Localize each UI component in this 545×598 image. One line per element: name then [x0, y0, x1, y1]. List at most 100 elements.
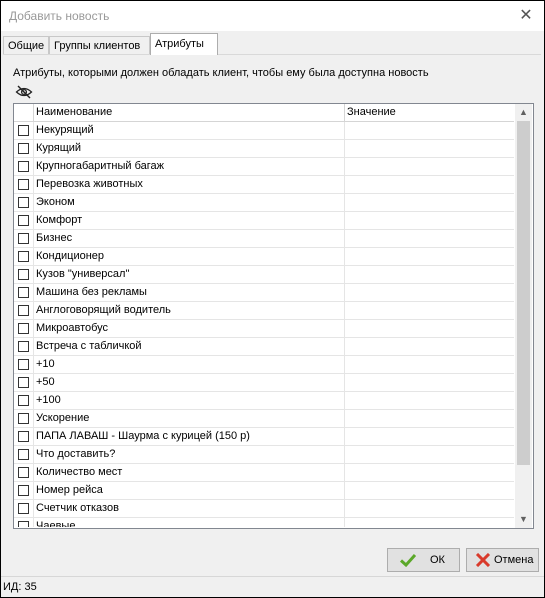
- tab-general[interactable]: Общие: [3, 36, 49, 54]
- table-row[interactable]: Англоговорящий водитель: [14, 302, 514, 320]
- attribute-checkbox[interactable]: [18, 161, 29, 172]
- attribute-value[interactable]: [344, 194, 514, 211]
- attribute-checkbox[interactable]: [18, 197, 29, 208]
- attribute-value[interactable]: [344, 374, 514, 391]
- table-row[interactable]: Машина без рекламы: [14, 284, 514, 302]
- cancel-button[interactable]: Отмена: [466, 548, 539, 572]
- table-row[interactable]: Комфорт: [14, 212, 514, 230]
- attribute-value[interactable]: [344, 212, 514, 229]
- table-row[interactable]: +50: [14, 374, 514, 392]
- attribute-name: Номер рейса: [33, 482, 347, 499]
- attribute-checkbox[interactable]: [18, 269, 29, 280]
- attribute-value[interactable]: [344, 248, 514, 265]
- table-row[interactable]: Бизнес: [14, 230, 514, 248]
- attribute-name: Чаевые: [33, 518, 347, 527]
- attribute-checkbox[interactable]: [18, 521, 29, 527]
- attribute-checkbox[interactable]: [18, 359, 29, 370]
- attribute-checkbox[interactable]: [18, 305, 29, 316]
- ok-button[interactable]: ОК: [387, 548, 460, 572]
- table-row[interactable]: Что доставить?: [14, 446, 514, 464]
- close-icon[interactable]: ✕: [517, 7, 535, 25]
- scrollbar-thumb[interactable]: [517, 121, 530, 465]
- table-row[interactable]: Микроавтобус: [14, 320, 514, 338]
- table-row[interactable]: Эконом: [14, 194, 514, 212]
- attribute-checkbox[interactable]: [18, 377, 29, 388]
- table-row[interactable]: Крупногабаритный багаж: [14, 158, 514, 176]
- attribute-checkbox[interactable]: [18, 467, 29, 478]
- attribute-name: Комфорт: [33, 212, 347, 229]
- attribute-name: Перевозка животных: [33, 176, 347, 193]
- attribute-name: Машина без рекламы: [33, 284, 347, 301]
- table-row[interactable]: Номер рейса: [14, 482, 514, 500]
- tab-label: Группы клиентов: [54, 40, 141, 52]
- attribute-value[interactable]: [344, 284, 514, 301]
- title-bar: Добавить новость ✕: [1, 1, 544, 31]
- attribute-checkbox[interactable]: [18, 323, 29, 334]
- column-header-value[interactable]: Значение: [347, 106, 396, 118]
- table-row[interactable]: Кузов "универсал": [14, 266, 514, 284]
- attribute-name: +10: [33, 356, 347, 373]
- attribute-name: Некурящий: [33, 122, 347, 139]
- table-row[interactable]: +100: [14, 392, 514, 410]
- attribute-checkbox[interactable]: [18, 431, 29, 442]
- attribute-value[interactable]: [344, 176, 514, 193]
- attribute-value[interactable]: [344, 302, 514, 319]
- attribute-value[interactable]: [344, 140, 514, 157]
- attribute-value[interactable]: [344, 392, 514, 409]
- table-row[interactable]: +10: [14, 356, 514, 374]
- column-header-name[interactable]: Наименование: [36, 106, 112, 118]
- table-row[interactable]: Некурящий: [14, 122, 514, 140]
- table-row[interactable]: Ускорение: [14, 410, 514, 428]
- attribute-checkbox[interactable]: [18, 413, 29, 424]
- attribute-checkbox[interactable]: [18, 449, 29, 460]
- eye-off-icon[interactable]: [15, 84, 33, 100]
- attribute-checkbox[interactable]: [18, 251, 29, 262]
- table-row[interactable]: Количество мест: [14, 464, 514, 482]
- attribute-name: Кузов "универсал": [33, 266, 347, 283]
- attribute-value[interactable]: [344, 464, 514, 481]
- attribute-value[interactable]: [344, 122, 514, 139]
- attribute-value[interactable]: [344, 230, 514, 247]
- attribute-checkbox[interactable]: [18, 287, 29, 298]
- attribute-value[interactable]: [344, 518, 514, 527]
- attribute-checkbox[interactable]: [18, 215, 29, 226]
- table-row[interactable]: Встреча с табличкой: [14, 338, 514, 356]
- checkmark-icon: [399, 553, 417, 568]
- grid-rows: Некурящий Курящий Крупногабаритный багаж Пе…: [14, 122, 514, 527]
- table-row[interactable]: Курящий: [14, 140, 514, 158]
- attribute-value[interactable]: [344, 410, 514, 427]
- attribute-value[interactable]: [344, 158, 514, 175]
- attribute-checkbox[interactable]: [18, 395, 29, 406]
- table-row[interactable]: Перевозка животных: [14, 176, 514, 194]
- attribute-value[interactable]: [344, 428, 514, 445]
- table-row[interactable]: ПАПА ЛАВАШ - Шаурма с курицей (150 р): [14, 428, 514, 446]
- attribute-value[interactable]: [344, 446, 514, 463]
- attribute-checkbox[interactable]: [18, 125, 29, 136]
- attribute-value[interactable]: [344, 338, 514, 355]
- table-row[interactable]: Кондиционер: [14, 248, 514, 266]
- attribute-value[interactable]: [344, 500, 514, 517]
- scroll-up-icon[interactable]: ▲: [515, 104, 532, 121]
- attribute-name: Эконом: [33, 194, 347, 211]
- attribute-checkbox[interactable]: [18, 341, 29, 352]
- tab-client-groups[interactable]: Группы клиентов: [49, 36, 150, 54]
- scroll-down-icon[interactable]: ▼: [515, 511, 532, 528]
- attribute-checkbox[interactable]: [18, 179, 29, 190]
- attribute-value[interactable]: [344, 356, 514, 373]
- window-title: Добавить новость: [9, 9, 110, 23]
- tab-attributes[interactable]: Атрибуты: [150, 33, 218, 55]
- attribute-value[interactable]: [344, 482, 514, 499]
- attributes-grid: Наименование Значение Некурящий Курящий Кр…: [13, 103, 534, 529]
- attribute-checkbox[interactable]: [18, 503, 29, 514]
- table-row[interactable]: Счетчик отказов: [14, 500, 514, 518]
- table-row[interactable]: Чаевые: [14, 518, 514, 527]
- attribute-name: Курящий: [33, 140, 347, 157]
- record-id: ИД: 35: [3, 581, 37, 593]
- attribute-name: Кондиционер: [33, 248, 347, 265]
- attribute-checkbox[interactable]: [18, 233, 29, 244]
- attribute-value[interactable]: [344, 266, 514, 283]
- vertical-scrollbar[interactable]: ▲ ▼: [515, 104, 532, 528]
- attribute-value[interactable]: [344, 320, 514, 337]
- attribute-checkbox[interactable]: [18, 485, 29, 496]
- attribute-checkbox[interactable]: [18, 143, 29, 154]
